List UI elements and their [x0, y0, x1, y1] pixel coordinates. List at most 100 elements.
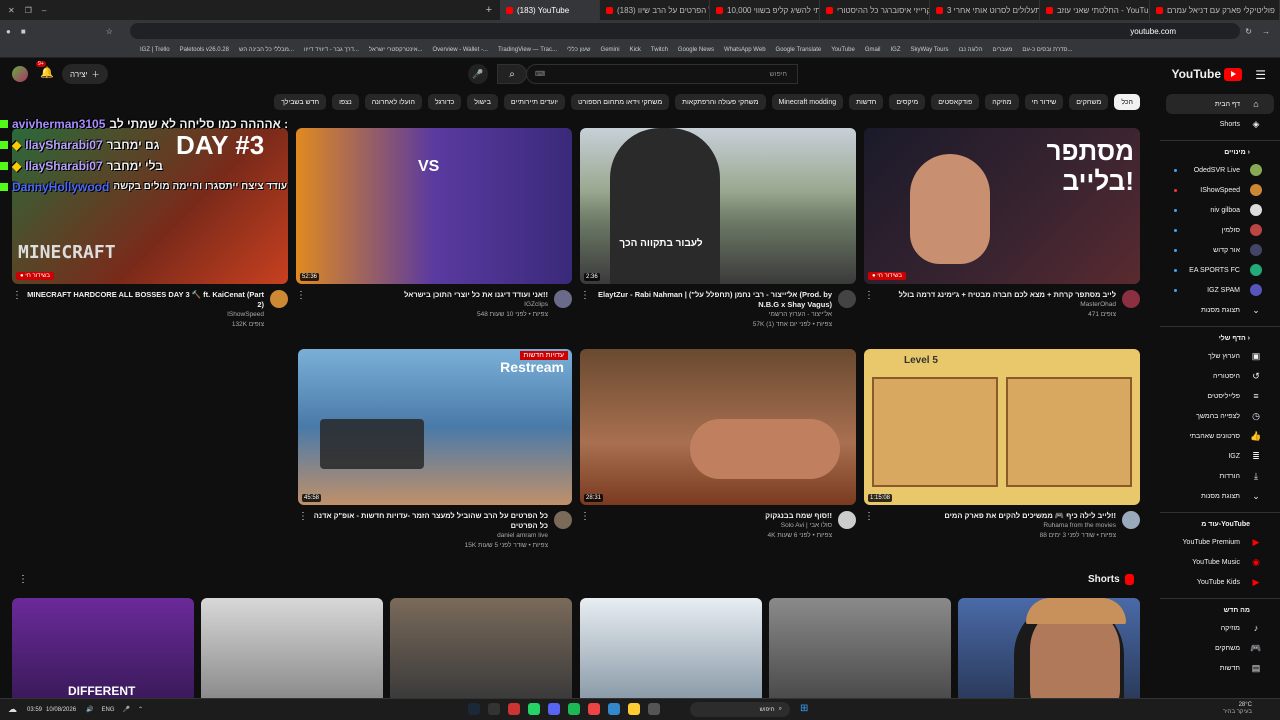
- tab[interactable]: ניסיתי להשיג קליפ בשווי 10,000: [710, 0, 820, 20]
- sidebar-show-more[interactable]: תצוגת מסנות ⌄: [1160, 300, 1280, 320]
- sidebar-item-playlists[interactable]: פלייליסטים ≡: [1160, 386, 1280, 406]
- video-card[interactable]: מסתפר בלייב! ● בשידור חי לייב מסתפר קרחת…: [864, 128, 1140, 320]
- chip[interactable]: מיקסים: [889, 94, 926, 110]
- short-card[interactable]: DIFFERENT: [12, 598, 194, 700]
- channel-name[interactable]: daniel amram live: [312, 531, 548, 541]
- sidebar-item-shorts[interactable]: Shorts ◈: [1160, 114, 1280, 134]
- sidebar-item-music-explore[interactable]: מוזיקה ♪: [1160, 618, 1280, 638]
- bookmark[interactable]: שעון כללי: [567, 47, 591, 53]
- notifications-bell-icon[interactable]: 🔔 9+: [36, 61, 54, 79]
- video-title[interactable]: כל הפרטים על הרב שהוביל למעצר הזמר -עדוי…: [312, 511, 548, 531]
- steam-icon[interactable]: [468, 703, 480, 715]
- bookmark[interactable]: סדרת ובסים כ-עם...: [1022, 47, 1072, 53]
- more-actions-icon[interactable]: ⋮: [580, 511, 590, 541]
- app-icon[interactable]: [648, 703, 660, 715]
- sidebar-item-kids[interactable]: YouTube Kids ▶: [1160, 572, 1280, 592]
- sidebar-item-subscription[interactable]: סולמין: [1160, 220, 1280, 240]
- bookmark[interactable]: אינטרקסטרי ישראל...: [369, 47, 423, 53]
- sidebar-item-subscription[interactable]: IGZ SPAM: [1160, 280, 1280, 300]
- video-title[interactable]: לייב מסתפר קרחת + מצא לכם חברה מבטיח + ג…: [878, 290, 1116, 300]
- video-card[interactable]: Level 5 1:15:08 לייב לילה כיף 🎮 ממשיכים …: [864, 349, 1140, 541]
- bookmark[interactable]: Gmail: [865, 47, 881, 53]
- sidebar-item-gaming[interactable]: משחקים 🎮: [1160, 638, 1280, 658]
- bookmark[interactable]: IGZ: [890, 47, 900, 53]
- sidebar-item-subscription[interactable]: IShowSpeed: [1160, 180, 1280, 200]
- bookmark[interactable]: דרך גבר - דיוויד דייוו...: [304, 47, 359, 53]
- bookmark[interactable]: SkyWay Tours: [910, 47, 948, 53]
- mic-tray-icon[interactable]: 🎤: [123, 706, 130, 713]
- sidebar-item-history[interactable]: היסטוריה ↺: [1160, 366, 1280, 386]
- short-card[interactable]: [390, 598, 572, 700]
- chip[interactable]: בישול: [467, 94, 498, 110]
- sidebar-item-liked[interactable]: סרטונים שאהבתי 👍: [1160, 426, 1280, 446]
- channel-name[interactable]: Ruhama from the movies: [878, 521, 1116, 531]
- more-actions-icon[interactable]: ⋮: [864, 290, 874, 320]
- sidebar-item-home[interactable]: דף הבית ⌂: [1166, 94, 1274, 114]
- bookmark[interactable]: Google News: [678, 47, 714, 53]
- bookmark[interactable]: מבללי כל הבינה הש...: [239, 47, 294, 53]
- channel-avatar[interactable]: [1122, 290, 1140, 308]
- discord-icon[interactable]: [548, 703, 560, 715]
- sidebar-item-playlist-igz[interactable]: IGZ ≣: [1160, 446, 1280, 466]
- tab[interactable]: החלטתי שאני עוזב - YouTube: [1040, 0, 1150, 20]
- sidebar-item-music[interactable]: YouTube Music ◉: [1160, 552, 1280, 572]
- sidebar-item-subscription[interactable]: niv gilboa: [1160, 200, 1280, 220]
- sidebar-show-more[interactable]: תצוגת מסנות ⌄: [1160, 486, 1280, 506]
- channel-avatar[interactable]: [1122, 511, 1140, 529]
- bookmark[interactable]: TradingView — Trac...: [498, 47, 557, 53]
- you-header[interactable]: הדף שלי ›: [1160, 326, 1280, 346]
- chip[interactable]: שידור חי: [1024, 94, 1064, 110]
- chip[interactable]: נצפו: [332, 94, 359, 110]
- channel-name[interactable]: אל'ייצור - הערוץ הרשמי: [594, 310, 832, 320]
- short-card[interactable]: [769, 598, 951, 700]
- reload-icon[interactable]: ↻: [1245, 27, 1252, 36]
- video-title[interactable]: סוף שמח בבנגקוק!!: [594, 511, 832, 521]
- channel-avatar[interactable]: [838, 511, 856, 529]
- chip[interactable]: חדש בשבילך: [274, 94, 327, 110]
- video-title[interactable]: ElaytZur - Rabi Nahman | אל'ייצור - רבי …: [594, 290, 832, 310]
- keyboard-icon[interactable]: ⌨: [535, 70, 545, 78]
- shorts-more-actions-icon[interactable]: ⋮: [18, 574, 28, 585]
- channel-avatar[interactable]: [554, 511, 572, 529]
- chip[interactable]: הועלו לאחרונה: [364, 94, 422, 110]
- back-icon[interactable]: →: [1262, 27, 1270, 36]
- video-card[interactable]: VS 52:36 אני ועודד דיגנו את כל יוצרי התו…: [296, 128, 572, 320]
- video-thumbnail[interactable]: מסתפר בלייב! ● בשידור חי: [864, 128, 1140, 284]
- chip[interactable]: משחקי וידאו מתחום הספורט: [570, 94, 670, 110]
- sidebar-item-news[interactable]: חדשות ▤: [1160, 658, 1280, 678]
- sidebar-item-your-channel[interactable]: הערוץ שלך ▣: [1160, 346, 1280, 366]
- bookmark[interactable]: Google Translate: [776, 47, 822, 53]
- sidebar-item-subscription[interactable]: OdedSVR Live: [1160, 160, 1280, 180]
- volume-icon[interactable]: 🔊: [86, 706, 93, 713]
- chip[interactable]: Minecraft modding: [771, 94, 844, 110]
- chip[interactable]: משחקי פעולה והרפתקאות: [675, 94, 766, 110]
- more-actions-icon[interactable]: ⋮: [296, 290, 306, 320]
- tab[interactable]: (183) כל הפרטים על הרב שיוו: [600, 0, 710, 20]
- bookmark[interactable]: WhatsApp Web: [724, 47, 766, 53]
- more-actions-icon[interactable]: ⋮: [580, 290, 590, 330]
- clock-time[interactable]: 03:59: [27, 707, 42, 713]
- windows-start-icon[interactable]: ⊞: [800, 703, 808, 714]
- search-input[interactable]: חיפוש ⌨: [526, 64, 798, 84]
- bookmark[interactable]: Kick: [630, 47, 641, 53]
- weather-icon[interactable]: ☁: [8, 704, 17, 715]
- chip[interactable]: כדורגל: [427, 94, 462, 110]
- video-thumbnail[interactable]: VS 52:36: [296, 128, 572, 284]
- sidebar-item-premium[interactable]: YouTube Premium ▶: [1160, 532, 1280, 552]
- file-explorer-icon[interactable]: [628, 703, 640, 715]
- sidebar-item-downloads[interactable]: הורדות ⤓: [1160, 466, 1280, 486]
- taskbar-search[interactable]: חיפוש ⌕: [690, 702, 790, 717]
- youtube-logo[interactable]: YouTube: [1171, 67, 1242, 81]
- bookmark[interactable]: מעברים: [993, 47, 1013, 53]
- restore-window-icon[interactable]: ❐: [25, 6, 32, 15]
- tray-overflow-icon[interactable]: ⌃: [138, 706, 143, 713]
- obs-icon[interactable]: [488, 703, 500, 715]
- weather-widget[interactable]: 28°C בעיקר בהיר: [1223, 702, 1252, 716]
- video-title[interactable]: לייב לילה כיף 🎮 ממשיכים להקים את פארק המ…: [878, 511, 1116, 521]
- voice-search-mic-icon[interactable]: 🎤: [468, 64, 488, 84]
- channel-avatar[interactable]: [554, 290, 572, 308]
- tab[interactable]: פוליטיקלי פארק עם דניאל עמרם: [1150, 0, 1280, 20]
- more-actions-icon[interactable]: ⋮: [298, 511, 308, 551]
- bookmark[interactable]: Gemini: [601, 47, 620, 53]
- new-tab-button[interactable]: +: [478, 4, 500, 16]
